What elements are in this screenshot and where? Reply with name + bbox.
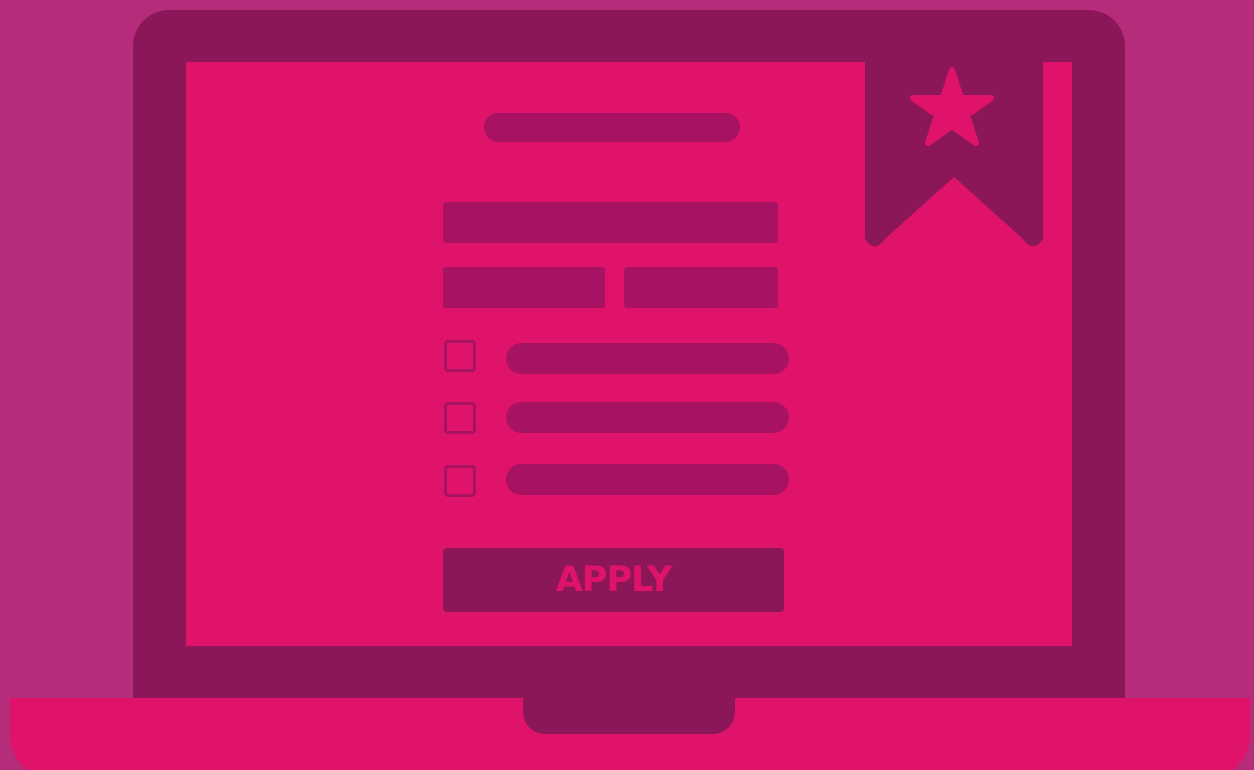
laptop-screen: APPLY: [186, 62, 1072, 646]
form-title-placeholder: [484, 113, 740, 142]
option-label-3: [506, 464, 789, 495]
checkbox-option-2[interactable]: [444, 402, 476, 434]
option-label-2: [506, 402, 789, 433]
laptop-illustration: APPLY: [0, 0, 1254, 770]
option-label-1: [506, 343, 789, 374]
checkbox-option-3[interactable]: [444, 465, 476, 497]
text-field-full[interactable]: [443, 202, 778, 243]
text-field-left[interactable]: [443, 267, 605, 308]
bookmark-star-icon: [865, 62, 1043, 247]
laptop-notch: [523, 698, 735, 734]
apply-button[interactable]: APPLY: [443, 548, 784, 612]
text-field-right[interactable]: [624, 267, 778, 308]
checkbox-option-1[interactable]: [444, 340, 476, 372]
